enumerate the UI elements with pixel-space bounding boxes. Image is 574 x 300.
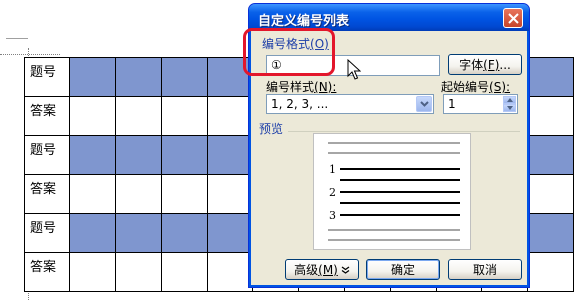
style-label-text: 编号样式 [266,80,315,94]
table-cell[interactable] [160,57,208,97]
start-number-value: 1 [448,97,456,111]
margin-guide-horizontal [0,54,60,55]
table-cell[interactable] [160,252,208,292]
row-label[interactable]: 题号 [23,57,71,97]
table-cell[interactable] [527,213,574,253]
arrow-up-icon [506,98,513,102]
table-cell[interactable] [206,174,254,214]
font-button[interactable]: 字体 (F)... [448,54,522,75]
table-cell[interactable] [527,135,574,175]
table-cell[interactable] [527,96,574,136]
table-cell[interactable] [114,96,162,136]
style-label: 编号样式(N): [266,78,336,95]
number-style-select[interactable]: 1, 2, 3, ... [266,94,434,114]
table-cell[interactable] [206,252,254,292]
table-cell[interactable] [527,174,574,214]
ok-button[interactable]: 确定 [366,259,440,280]
table-cell[interactable] [114,57,162,97]
table-cell[interactable] [206,213,254,253]
close-button[interactable] [503,8,523,28]
table-cell[interactable] [114,174,162,214]
table-cell[interactable] [69,57,116,97]
row-label[interactable]: 答案 [23,174,71,214]
dropdown-button[interactable] [416,96,432,112]
cancel-button-label: 取消 [472,263,497,277]
mouse-pointer-icon [347,59,361,80]
table-cell[interactable] [69,96,116,136]
preview-pane: 1 2 3 [313,133,471,250]
close-icon [507,12,519,24]
highlight-annotation [243,28,335,76]
advanced-button-label: 高级 [294,263,319,277]
start-number-spinner[interactable]: 1 [443,94,518,114]
table-cell[interactable] [69,213,116,253]
dialog-titlebar[interactable]: 自定义编号列表 [249,4,529,31]
table-cell[interactable] [160,213,208,253]
ok-button-label: 确定 [390,263,415,277]
table-cell[interactable] [69,174,116,214]
table-cell[interactable] [206,96,254,136]
preview-label: 预览 [259,122,284,136]
preview-drawing: 1 2 3 [328,142,460,241]
table-cell[interactable] [69,252,116,292]
table-cell[interactable] [206,135,254,175]
font-button-ellipsis: ... [499,57,511,72]
double-chevron-down-icon [341,265,350,274]
preview-number-3: 3 [329,209,336,222]
spinner-arrows-icon[interactable] [503,96,516,112]
advanced-hotkey: (M) [318,262,338,277]
spin-up-button[interactable] [503,96,516,104]
start-label: 起始编号(S): [441,78,510,95]
row-label[interactable]: 答案 [23,252,71,292]
table-cell[interactable] [69,135,116,175]
spin-down-button[interactable] [503,104,516,112]
font-button-label: 字体 [459,58,484,72]
preview-group-line [288,131,520,132]
start-hotkey: (S): [489,80,511,94]
table-cell[interactable] [160,174,208,214]
cancel-button[interactable]: 取消 [448,259,522,280]
chevron-down-icon [419,101,429,107]
table-cell[interactable] [114,135,162,175]
start-label-text: 起始编号 [441,80,490,94]
font-hotkey: (F) [483,57,500,72]
table-cell[interactable] [527,57,574,97]
table-cell[interactable] [114,252,162,292]
arrow-down-icon [506,106,513,110]
dialog-title: 自定义编号列表 [258,14,350,29]
advanced-button[interactable]: 高级 (M) [285,259,359,280]
table-cell[interactable] [527,252,574,292]
row-label[interactable]: 答案 [23,96,71,136]
row-label[interactable]: 题号 [23,213,71,253]
table-cell[interactable] [114,213,162,253]
number-style-value: 1, 2, 3, ... [271,97,329,111]
preview-number-1: 1 [329,163,336,176]
ruler-tick [6,38,28,39]
style-hotkey: (N): [314,80,337,94]
table-cell[interactable] [160,135,208,175]
table-cell[interactable] [160,96,208,136]
preview-number-2: 2 [329,186,336,199]
row-label[interactable]: 题号 [23,135,71,175]
